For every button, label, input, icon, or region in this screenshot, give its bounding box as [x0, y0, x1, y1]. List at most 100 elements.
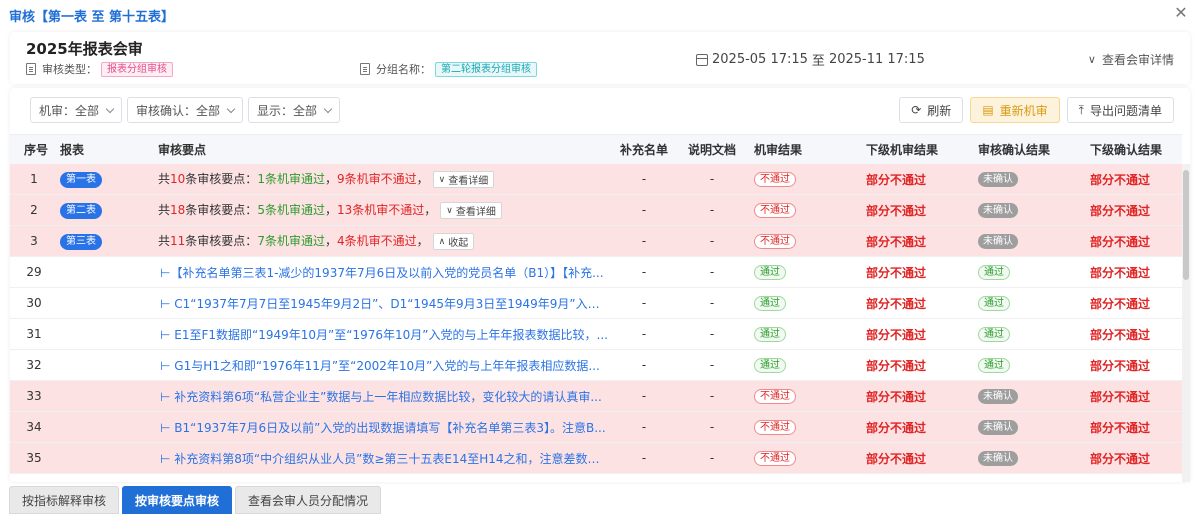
- status-badge: 不通过: [754, 203, 796, 218]
- row-index: 2: [30, 203, 38, 217]
- export-issues-button[interactable]: ⤒ 导出问题清单: [1066, 97, 1174, 123]
- audit-point-link[interactable]: ⊢【补充名单第三表1-减少的1937年7月6日及以前入党的党员名单（B1）】【补…: [158, 264, 610, 281]
- confirm-result-cell: 通过: [968, 295, 1080, 311]
- report-header-card: 2025年报表会审 审核类型： 报表分组审核 分组名称： 第二轮报表分组审核 2…: [10, 32, 1190, 84]
- machine-result-cell: 不通过: [746, 419, 856, 435]
- confirm-result-cell: 未确认: [968, 202, 1080, 218]
- status-badge: 不通过: [754, 234, 796, 249]
- table-row[interactable]: 31 ⊢ E1至F1数据即“1949年10月”至“1976年10月”入党的与上年年…: [10, 319, 1182, 350]
- summary-mid: 条审核要点：: [185, 203, 258, 217]
- status-badge: 通过: [754, 358, 786, 373]
- calendar-icon: [696, 53, 708, 66]
- audit-point-link[interactable]: ⊢ B1“1937年7月6日及以前”入党的出现数据请填写【补充名单第三表3】。注…: [158, 419, 610, 436]
- lower-confirm-result: 部分不通过: [1090, 234, 1151, 249]
- view-audit-detail-label: 查看会审详情: [1101, 53, 1174, 67]
- supplement-cell: -: [641, 389, 647, 403]
- tab-staff-assignment[interactable]: 查看会审人员分配情况: [235, 486, 382, 514]
- lower-machine-result: 部分不通过: [866, 265, 927, 280]
- supplement-cell: -: [641, 358, 647, 372]
- row-table-cell: 第一表: [58, 171, 158, 188]
- table-row[interactable]: 35 ⊢ 补充资料第8项“中介组织从业人员”数≥第三十五表E14至H14之和，注意…: [10, 443, 1182, 474]
- status-badge: 未确认: [978, 203, 1018, 218]
- audit-point-link[interactable]: ⊢ G1与H1之和即“1976年11月”至“2002年10月”入党的与上年年报表…: [158, 357, 610, 374]
- supplement-cell: -: [641, 265, 647, 279]
- supplement-cell: -: [641, 327, 647, 341]
- refresh-label: 刷新: [927, 103, 952, 118]
- status-badge: 通过: [978, 358, 1010, 373]
- row-index: 29: [26, 265, 42, 279]
- tab-by-audit-point[interactable]: 按审核要点审核: [122, 486, 233, 514]
- status-badge: 通过: [978, 296, 1010, 311]
- audit-point-cell: ⊢ E1至F1数据即“1949年10月”至“1976年10月”入党的与上年年报表…: [158, 326, 610, 343]
- audit-point-link[interactable]: ⊢ 补充资料第8项“中介组织从业人员”数≥第三十五表E14至H14之和，注意差数…: [158, 450, 610, 467]
- table-row[interactable]: 1 第一表 共10条审核要点：1条机审通过，9条机审不通过， ∨ 查看详细 - - 不通过 部分…: [10, 164, 1182, 195]
- audit-point-link[interactable]: ⊢ C1“1937年7月7日至1945年9月2日”、D1“1945年9月3日至1…: [158, 295, 610, 312]
- confirm-result-cell: 未确认: [968, 171, 1080, 187]
- summary-fail-count: 4条机审不通过: [336, 234, 417, 248]
- table-badge[interactable]: 第二表: [60, 202, 102, 219]
- audit-point-link[interactable]: ⊢ E1至F1数据即“1949年10月”至“1976年10月”入党的与上年年报表…: [158, 326, 610, 343]
- doc-cell: -: [709, 234, 715, 248]
- row-index: 1: [30, 172, 38, 186]
- table-row[interactable]: 3 第三表 共11条审核要点：7条机审通过，4条机审不通过， ∧ 收起 - - 不通过 部分不通…: [10, 226, 1182, 257]
- scrollbar-thumb[interactable]: [1183, 170, 1189, 280]
- chevron-down-icon: ∨: [1087, 53, 1096, 66]
- confirm-filter[interactable]: 审核确认：全部: [127, 97, 244, 123]
- table-badge[interactable]: 第三表: [60, 233, 102, 250]
- summary-mid: 条审核要点：: [185, 172, 258, 186]
- row-summary: 共11条审核要点：7条机审通过，4条机审不通过， ∧ 收起: [158, 232, 610, 250]
- summary-comma: ，: [324, 234, 337, 248]
- table-row[interactable]: 30 ⊢ C1“1937年7月7日至1945年9月2日”、D1“1945年9月3日…: [10, 288, 1182, 319]
- confirm-result-cell: 通过: [968, 357, 1080, 373]
- toggle-detail-button[interactable]: ∨ 查看详细: [440, 202, 502, 219]
- doc-cell: -: [709, 420, 715, 434]
- table-row[interactable]: 32 ⊢ G1与H1之和即“1976年11月”至“2002年10月”入党的与上年年…: [10, 350, 1182, 381]
- lower-machine-result: 部分不通过: [866, 203, 927, 218]
- audit-type-row: 审核类型： 报表分组审核: [26, 61, 173, 77]
- col-lower-confirm: 下级确认结果: [1090, 143, 1163, 157]
- group-row: 分组名称： 第二轮报表分组审核: [360, 61, 537, 77]
- table-scrollbar[interactable]: [1182, 164, 1190, 482]
- audit-point-link[interactable]: ⊢ 补充资料第6项“私营企业主”数据与上一年相应数据比较，变化较大的请认真审..…: [158, 388, 610, 405]
- refresh-button[interactable]: ⟳ 刷新: [899, 97, 964, 123]
- chevron-down-icon: [105, 104, 115, 113]
- lower-confirm-result: 部分不通过: [1090, 265, 1151, 280]
- upload-icon: ⤒: [1078, 102, 1084, 117]
- toggle-detail-button[interactable]: ∨ 查看详细: [432, 171, 495, 188]
- toggle-detail-button[interactable]: ∧ 收起: [432, 233, 475, 250]
- row-index: 31: [26, 327, 42, 341]
- row-summary: 共18条审核要点：5条机审通过，13条机审不通过， ∨ 查看详细: [158, 201, 610, 219]
- status-badge: 未确认: [978, 234, 1018, 249]
- rerun-machine-audit-button[interactable]: ▤ 重新机审: [970, 97, 1060, 123]
- status-badge: 通过: [754, 296, 786, 311]
- audit-type-label: 审核类型：: [42, 63, 97, 76]
- status-badge: 通过: [754, 327, 786, 342]
- table-row[interactable]: 2 第二表 共18条审核要点：5条机审通过，13条机审不通过， ∨ 查看详细 - - 不通过部…: [10, 195, 1182, 226]
- table-row[interactable]: 29 ⊢【补充名单第三表1-减少的1937年7月6日及以前入党的党员名单（B1）】…: [10, 257, 1182, 288]
- machine-audit-filter-value: 机审：全部: [39, 103, 100, 118]
- status-badge: 未确认: [978, 389, 1018, 404]
- display-filter[interactable]: 显示：全部: [248, 97, 341, 123]
- lower-confirm-result: 部分不通过: [1090, 203, 1151, 218]
- lower-confirm-result: 部分不通过: [1090, 420, 1151, 435]
- doc-cell: -: [709, 358, 715, 372]
- lower-machine-result: 部分不通过: [866, 420, 927, 435]
- machine-audit-filter[interactable]: 机审：全部: [30, 97, 123, 123]
- close-icon[interactable]: ✕: [1172, 4, 1190, 22]
- tab-by-indicator[interactable]: 按指标解释审核: [9, 486, 120, 514]
- report-name: 2025年报表会审: [26, 40, 143, 58]
- summary-total: 18: [170, 203, 186, 217]
- doc-cell: -: [709, 389, 715, 403]
- table-row[interactable]: 33 ⊢ 补充资料第6项“私营企业主”数据与上一年相应数据比较，变化较大的请认真审…: [10, 381, 1182, 412]
- table-badge[interactable]: 第一表: [60, 171, 102, 188]
- table-row[interactable]: 34 ⊢ B1“1937年7月6日及以前”入党的出现数据请填写【补充名单第三表3】…: [10, 412, 1182, 443]
- toggle-detail-label: 收起: [448, 238, 469, 249]
- rerun-label: 重新机审: [999, 103, 1048, 118]
- group-label: 分组名称：: [376, 63, 431, 76]
- supplement-cell: -: [641, 420, 647, 434]
- row-table-cell: 第三表: [58, 233, 158, 250]
- col-lower-machine: 下级机审结果: [866, 143, 939, 157]
- view-audit-detail-link[interactable]: ∨ 查看会审详情: [1088, 51, 1174, 68]
- doc-cell: -: [709, 327, 715, 341]
- summary-comma: ，: [424, 203, 437, 217]
